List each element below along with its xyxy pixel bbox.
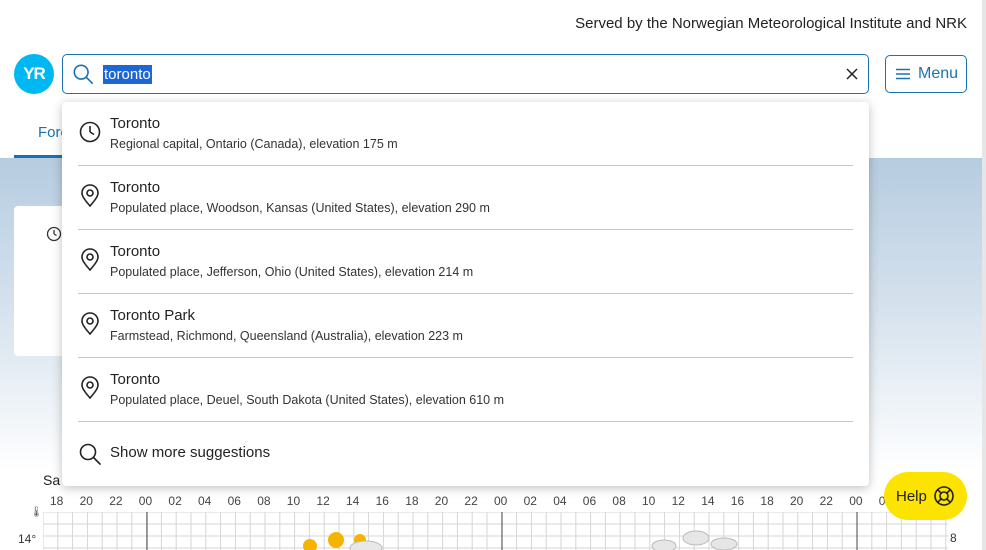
hour-label: 06: [227, 494, 241, 508]
search-input[interactable]: [103, 64, 823, 84]
hour-label: 12: [671, 494, 685, 508]
value-label: 8: [950, 531, 957, 545]
suggestion-name: Toronto Park: [110, 307, 196, 324]
hour-label: 20: [790, 494, 804, 508]
search-icon: [73, 64, 93, 84]
hour-label: 22: [109, 494, 123, 508]
hamburger-icon: [896, 68, 910, 80]
yr-logo[interactable]: YR: [14, 54, 54, 94]
search-field[interactable]: toronto: [62, 54, 869, 94]
menu-label: Menu: [918, 65, 959, 82]
help-button[interactable]: Help: [884, 472, 967, 520]
hour-label: 00: [138, 494, 153, 508]
hour-label: 20: [79, 494, 93, 508]
lifebuoy-icon: [934, 486, 954, 506]
hour-label: 14: [701, 494, 715, 508]
hour-label: 08: [612, 494, 626, 508]
temperature-label: 14°: [18, 532, 37, 546]
show-more-suggestions[interactable]: Show more suggestions: [78, 430, 853, 478]
hour-label: 12: [316, 494, 330, 508]
hour-label: 18: [760, 494, 774, 508]
suggestion-description: Regional capital, Ontario (Canada), elev…: [110, 137, 398, 151]
hour-label: 22: [464, 494, 478, 508]
hour-label: 04: [198, 494, 212, 508]
suggestion-item[interactable]: Toronto Park Farmstead, Richmond, Queens…: [78, 294, 853, 358]
forecast-grid: [43, 512, 948, 550]
hour-label: 18: [50, 494, 64, 508]
location-pin-icon: [81, 184, 99, 208]
hour-label: 22: [819, 494, 833, 508]
suggestion-description: Populated place, Woodson, Kansas (United…: [110, 201, 490, 215]
suggestion-name: Toronto: [110, 115, 161, 132]
clock-icon: [79, 121, 101, 143]
suggestion-name: Toronto: [110, 243, 161, 260]
suggestion-description: Farmstead, Richmond, Queensland (Austral…: [110, 329, 463, 343]
hour-label: 08: [257, 494, 271, 508]
suggestion-description: Populated place, Deuel, South Dakota (Un…: [110, 393, 504, 407]
menu-button[interactable]: Menu: [885, 55, 967, 93]
location-pin-icon: [81, 376, 99, 400]
hour-label: 02: [168, 494, 182, 508]
suggestion-item[interactable]: Toronto Populated place, Jefferson, Ohio…: [78, 230, 853, 294]
suggestion-item[interactable]: Toronto Populated place, Deuel, South Da…: [78, 358, 853, 422]
sun-icon: [303, 532, 383, 550]
hour-label: 10: [286, 494, 301, 508]
cloud-icon: [651, 530, 738, 550]
hour-label: 10: [642, 494, 656, 508]
clock-icon: [46, 226, 62, 242]
search-suggestions-dropdown: Toronto Regional capital, Ontario (Canad…: [62, 102, 869, 486]
show-more-label: Show more suggestions: [110, 444, 271, 461]
suggestion-name: Toronto: [110, 371, 161, 388]
scrollbar[interactable]: [982, 0, 986, 550]
hour-label: 14: [346, 494, 360, 508]
hour-label: 02: [523, 494, 537, 508]
suggestion-description: Populated place, Jefferson, Ohio (United…: [110, 265, 474, 279]
hour-label: 00: [494, 494, 508, 508]
hour-label: 20: [434, 494, 449, 508]
close-icon[interactable]: [845, 67, 859, 81]
hour-label: 00: [849, 494, 863, 508]
location-pin-icon: [81, 312, 99, 336]
suggestion-item[interactable]: Toronto Populated place, Woodson, Kansas…: [78, 166, 853, 230]
search-icon: [79, 443, 101, 465]
suggestion-name: Toronto: [110, 179, 161, 196]
hour-label: 18: [405, 494, 419, 508]
hour-label: 04: [553, 494, 567, 508]
day-label: Sa: [43, 472, 61, 488]
help-label: Help: [896, 487, 927, 505]
thermometer-icon: 🌡: [30, 507, 43, 518]
suggestion-item[interactable]: Toronto Regional capital, Ontario (Canad…: [78, 102, 853, 166]
location-pin-icon: [81, 248, 99, 272]
hour-label: 16: [730, 494, 745, 508]
hour-label: 16: [375, 494, 389, 508]
served-by-text: Served by the Norwegian Meteorological I…: [575, 15, 967, 32]
hour-label: 06: [582, 494, 597, 508]
